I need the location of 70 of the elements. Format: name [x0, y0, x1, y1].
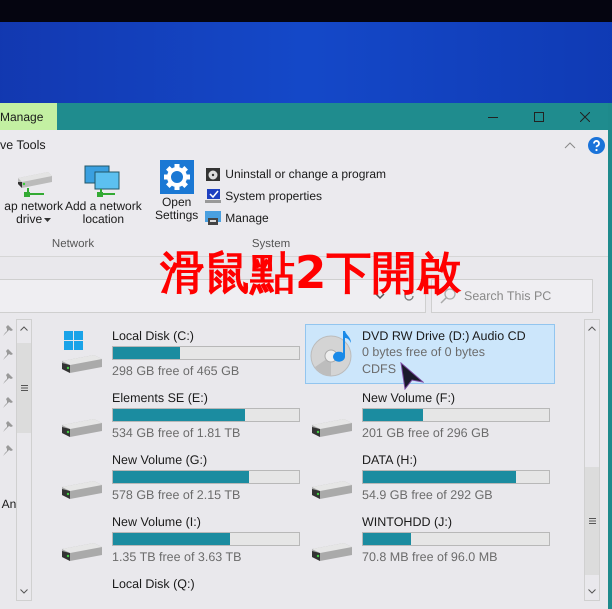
- drive-tile[interactable]: New Volume (I:) 1.35 TB free of 3.63 TB: [55, 510, 305, 570]
- drive-name: New Volume (G:): [112, 452, 208, 468]
- chevron-down-icon[interactable]: [375, 293, 385, 299]
- hard-drive-icon: [60, 419, 104, 439]
- drive-tile[interactable]: New Volume (G:) 578 GB free of 2.15 TB: [55, 448, 305, 508]
- scrollbar[interactable]: [584, 319, 600, 601]
- drive-tile[interactable]: Local Disk (Q:): [55, 572, 305, 609]
- hard-drive-icon: [60, 481, 104, 501]
- nav-item[interactable]: An: [2, 497, 16, 511]
- free-space-text: 1.35 TB free of 3.63 TB: [112, 549, 242, 566]
- free-space-text: 70.8 MB free of 96.0 MB: [362, 549, 498, 566]
- ribbon-command[interactable]: Manage: [203, 208, 388, 228]
- file-system-text: CDFS: [362, 361, 396, 378]
- monitor-checkbox-icon: [205, 188, 222, 204]
- scrollbar[interactable]: [16, 319, 32, 601]
- ribbon-command[interactable]: System properties: [203, 186, 388, 206]
- pin-icon[interactable]: [3, 325, 13, 336]
- pin-icon[interactable]: [3, 397, 13, 408]
- disc-box-icon: [205, 166, 222, 182]
- drive-name: Local Disk (C:): [112, 328, 194, 344]
- free-space-text: 298 GB free of 465 GB: [112, 363, 240, 380]
- chevron-down-icon: [588, 589, 596, 594]
- drive-tile[interactable]: DATA (H:) 54.9 GB free of 292 GB: [305, 448, 555, 508]
- free-space-text: 54.9 GB free of 292 GB: [362, 487, 493, 504]
- drive-name: Local Disk (Q:): [112, 576, 195, 592]
- hard-drive-icon: [310, 543, 354, 563]
- free-space-text: 534 GB free of 1.81 TB: [112, 425, 240, 442]
- drive-name: New Volume (I:): [112, 514, 201, 530]
- free-space-text: 201 GB free of 296 GB: [362, 425, 490, 442]
- drive-name: WINTOHDD (J:): [362, 514, 452, 530]
- group-label: Network: [52, 238, 94, 250]
- hard-drive-icon: [310, 481, 354, 501]
- ribbon-button[interactable]: ap network drive: [3, 160, 64, 238]
- drive-name: New Volume (F:): [362, 390, 456, 406]
- pin-icon[interactable]: [3, 421, 13, 432]
- free-space-text: 578 GB free of 2.15 TB: [112, 487, 240, 504]
- help-icon[interactable]: [588, 136, 605, 154]
- settings-icon: [160, 160, 194, 194]
- chevron-up-icon[interactable]: [564, 142, 576, 148]
- chevron-up-icon: [588, 326, 596, 331]
- drive-name: DVD RW Drive (D:) Audio CD: [362, 328, 526, 344]
- group-label: System: [252, 238, 290, 250]
- computer-icon: [205, 210, 222, 226]
- open-settings-button[interactable]: Open Settings: [154, 160, 200, 238]
- drive-tile[interactable]: DVD RW Drive (D:) Audio CD 0 bytes free of 0 bytes CDFS: [305, 324, 555, 384]
- grip-icon: [20, 385, 28, 391]
- ribbon-tab-label[interactable]: ve Tools: [0, 138, 46, 152]
- drive-tile[interactable]: Elements SE (E:) 534 GB free of 1.81 TB: [55, 386, 305, 446]
- drive-tile[interactable]: Local Disk (C:) 298 GB free of 465 GB: [55, 324, 305, 384]
- scroll-thumb[interactable]: [585, 467, 599, 575]
- close-icon: [580, 112, 590, 122]
- grip-icon: [588, 518, 596, 524]
- drive-name: DATA (H:): [362, 452, 418, 468]
- pin-icon[interactable]: [3, 349, 13, 360]
- drive-tile[interactable]: New Volume (F:) 201 GB free of 296 GB: [305, 386, 555, 446]
- maximize-icon: [534, 112, 544, 122]
- hard-drive-icon: [310, 419, 354, 439]
- scroll-thumb[interactable]: [17, 343, 31, 433]
- manage-tab[interactable]: Manage: [0, 103, 57, 130]
- ribbon-button[interactable]: Add a network location: [64, 160, 143, 238]
- drive-name: Elements SE (E:): [112, 390, 208, 406]
- chevron-up-icon: [20, 326, 28, 331]
- drive-tile[interactable]: WINTOHDD (J:) 70.8 MB free of 96.0 MB: [305, 510, 555, 570]
- hard-drive-icon: [60, 543, 104, 563]
- pin-icon[interactable]: [3, 445, 13, 456]
- pin-icon[interactable]: [3, 373, 13, 384]
- ribbon-command[interactable]: Uninstall or change a program: [203, 164, 388, 184]
- chevron-down-icon: [20, 589, 28, 594]
- free-space-text: 0 bytes free of 0 bytes: [362, 344, 485, 361]
- mouse-cursor-icon: [400, 362, 424, 390]
